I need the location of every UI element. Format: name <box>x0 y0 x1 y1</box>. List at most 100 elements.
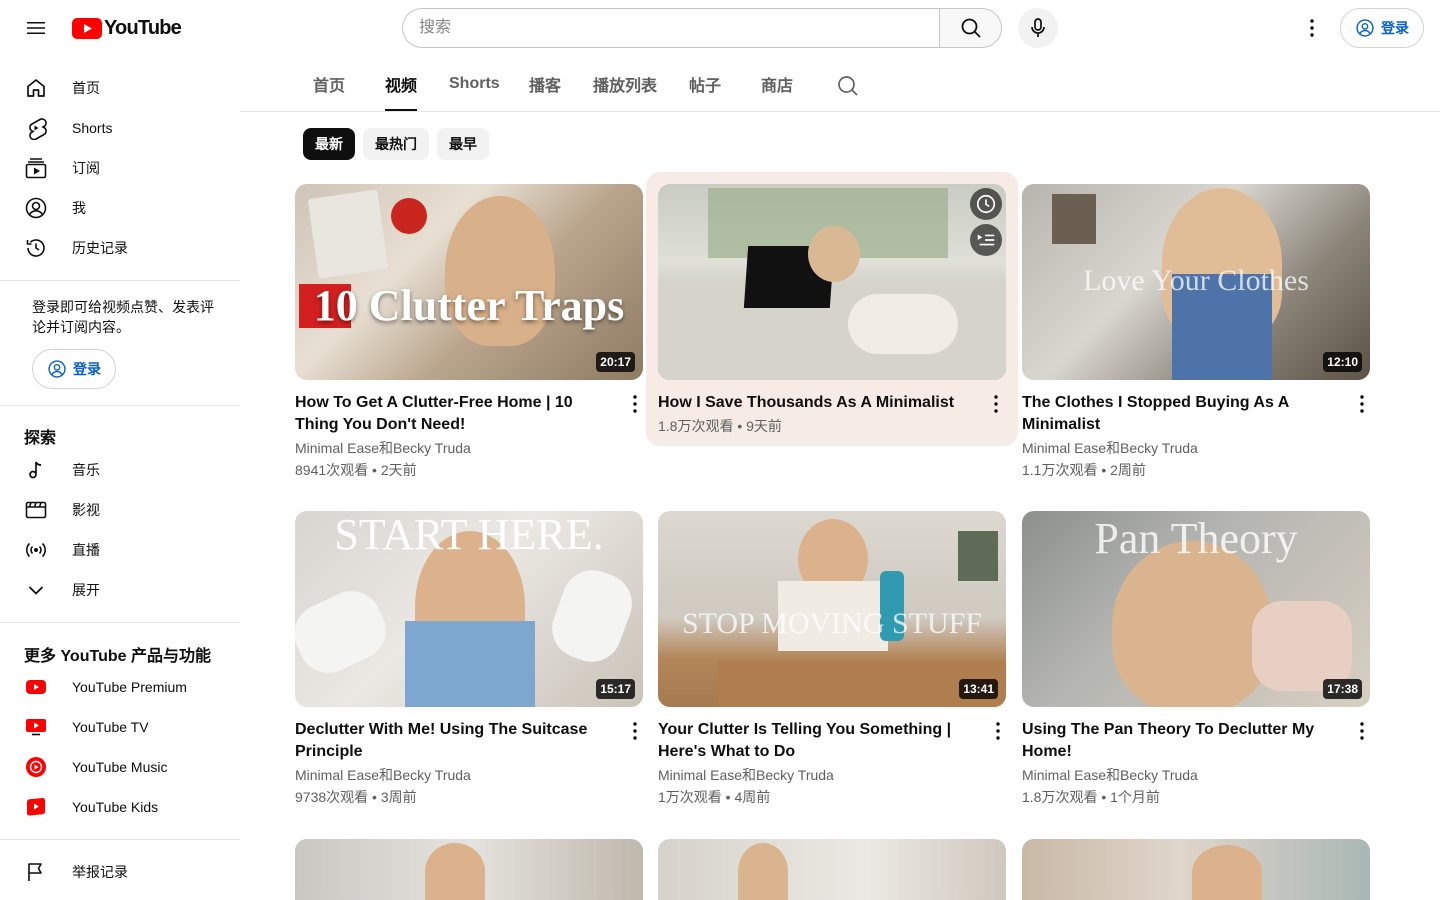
youtube-premium-icon <box>24 675 48 699</box>
video-duration: 12:10 <box>1323 352 1362 372</box>
search-input[interactable] <box>402 8 939 48</box>
subscriptions-icon <box>24 156 48 180</box>
video-card[interactable] <box>295 839 643 900</box>
video-card[interactable]: Pan Theory 17:38 Using The Pan Theory To… <box>1022 511 1370 811</box>
thumbnail-person <box>808 226 860 282</box>
video-title[interactable]: Declutter With Me! Using The Suitcase Pr… <box>295 719 613 763</box>
tab-posts[interactable]: 帖子 <box>689 56 721 111</box>
video-thumbnail[interactable]: STOP MOVING STUFF 13:41 <box>658 511 1006 707</box>
video-thumbnail[interactable] <box>295 839 643 900</box>
sidebar-item-history[interactable]: 历史记录 <box>12 228 228 268</box>
video-duration: 20:17 <box>596 352 635 372</box>
video-stats: 9738次观看 • 3周前 <box>295 789 417 805</box>
sidebar-item-label: 展开 <box>72 582 100 598</box>
video-card-hovered[interactable]: How I Save Thousands As A Minimalist 1.8… <box>646 172 1018 446</box>
video-thumbnail[interactable] <box>658 839 1006 900</box>
tab-podcasts[interactable]: 播客 <box>529 56 561 111</box>
watch-later-button[interactable] <box>970 188 1002 220</box>
video-thumbnail[interactable]: Pan Theory 17:38 <box>1022 511 1370 707</box>
tab-home[interactable]: 首页 <box>313 56 345 111</box>
sidebar-item-youtube-tv[interactable]: YouTube TV <box>12 707 228 747</box>
sidebar-item-home[interactable]: 首页 <box>12 68 228 108</box>
thumbnail-overlay-text: START HERE. <box>334 511 604 559</box>
sidebar-item-shorts[interactable]: Shorts <box>12 108 228 148</box>
channel-name[interactable]: Minimal Ease和Becky Truda <box>1022 765 1198 785</box>
channel-search-icon[interactable] <box>836 74 860 98</box>
video-title[interactable]: The Clothes I Stopped Buying As A Minima… <box>1022 392 1340 436</box>
more-vertical-icon <box>994 395 998 413</box>
video-thumbnail[interactable]: Love Your Clothes 12:10 <box>1022 184 1370 380</box>
chip-popular[interactable]: 最热门 <box>363 128 429 160</box>
tab-videos[interactable]: 视频 <box>385 56 418 111</box>
sidebar-divider <box>0 405 240 406</box>
sidebar-item-expand[interactable]: 展开 <box>12 570 228 610</box>
sidebar-item-label: 我 <box>72 200 86 216</box>
video-thumbnail[interactable]: START HERE. 15:17 <box>295 511 643 707</box>
tab-playlists[interactable]: 播放列表 <box>593 56 657 111</box>
tab-shorts[interactable]: Shorts <box>449 56 500 111</box>
video-thumbnail[interactable] <box>658 184 1006 380</box>
more-vertical-icon <box>1360 395 1364 413</box>
chip-latest[interactable]: 最新 <box>303 128 355 160</box>
video-title[interactable]: Using The Pan Theory To Declutter My Hom… <box>1022 719 1340 763</box>
thumbnail-overlay-text: 10 Clutter Traps <box>313 281 625 330</box>
sign-in-label: 登录 <box>73 361 101 377</box>
sidebar-item-subscriptions[interactable]: 订阅 <box>12 148 228 188</box>
voice-search-button[interactable] <box>1018 8 1058 48</box>
youtube-logo[interactable]: YouTube <box>72 17 182 39</box>
more-products-title: 更多 YouTube 产品与功能 <box>24 648 211 665</box>
sidebar-divider <box>0 622 240 623</box>
sidebar-item-youtube-music[interactable]: YouTube Music <box>12 747 228 787</box>
video-card[interactable] <box>1022 839 1370 900</box>
channel-name[interactable]: Minimal Ease和Becky Truda <box>295 765 471 785</box>
movies-icon <box>24 498 48 522</box>
sidebar-sign-in-button[interactable]: 登录 <box>32 349 116 389</box>
video-card[interactable]: START HERE. 15:17 Declutter With Me! Usi… <box>295 511 643 811</box>
thumbnail-overlay-text: Pan Theory <box>1094 514 1298 563</box>
sign-in-label: 登录 <box>1381 20 1409 36</box>
video-card[interactable] <box>658 839 1006 900</box>
thumbnail-shoe <box>295 581 396 683</box>
sidebar-item-you[interactable]: 我 <box>12 188 228 228</box>
clock-icon <box>976 194 996 214</box>
settings-menu-button[interactable] <box>1292 8 1332 48</box>
guide-menu-button[interactable] <box>16 8 56 48</box>
video-action-menu[interactable] <box>984 392 1008 416</box>
video-title[interactable]: Your Clutter Is Telling You Something | … <box>658 719 976 763</box>
video-thumbnail[interactable] <box>1022 839 1370 900</box>
sidebar-item-youtube-kids[interactable]: YouTube Kids <box>12 787 228 827</box>
sign-in-button[interactable]: 登录 <box>1340 8 1424 48</box>
sidebar-item-live[interactable]: 直播 <box>12 530 228 570</box>
search-button[interactable] <box>939 8 1002 48</box>
channel-name[interactable]: Minimal Ease和Becky Truda <box>1022 438 1198 458</box>
chevron-down-icon <box>24 578 48 602</box>
sidebar-item-music[interactable]: 音乐 <box>12 450 228 490</box>
video-action-menu[interactable] <box>623 392 647 416</box>
video-card[interactable]: STOP MOVING STUFF 13:41 Your Clutter Is … <box>658 511 1006 811</box>
sidebar-item-movies[interactable]: 影视 <box>12 490 228 530</box>
video-title[interactable]: How To Get A Clutter-Free Home | 10 Thin… <box>295 392 613 436</box>
sidebar-item-report-history[interactable]: 举报记录 <box>12 852 228 892</box>
account-circle-icon <box>48 360 66 378</box>
music-icon <box>24 458 48 482</box>
chip-oldest[interactable]: 最早 <box>437 128 489 160</box>
sidebar-item-label: YouTube Premium <box>72 679 187 695</box>
video-card[interactable]: 10 Clutter Traps 20:17 How To Get A Clut… <box>295 184 643 484</box>
video-card[interactable]: Love Your Clothes 12:10 The Clothes I St… <box>1022 184 1370 484</box>
channel-name[interactable]: Minimal Ease和Becky Truda <box>295 438 471 458</box>
video-thumbnail[interactable]: 10 Clutter Traps 20:17 <box>295 184 643 380</box>
add-to-queue-button[interactable] <box>970 224 1002 256</box>
video-action-menu[interactable] <box>986 719 1010 743</box>
video-action-menu[interactable] <box>1350 719 1374 743</box>
video-stats: 8941次观看 • 2天前 <box>295 462 417 478</box>
video-title[interactable]: How I Save Thousands As A Minimalist <box>658 392 976 414</box>
thumbnail-overlay-text: Love Your Clothes <box>1083 264 1309 297</box>
video-action-menu[interactable] <box>1350 392 1374 416</box>
tab-store[interactable]: 商店 <box>761 56 793 111</box>
channel-name[interactable]: Minimal Ease和Becky Truda <box>658 765 834 785</box>
hamburger-icon <box>27 22 45 34</box>
thumbnail-dog <box>848 294 958 354</box>
video-action-menu[interactable] <box>623 719 647 743</box>
video-stats: 1.1万次观看 • 2周前 <box>1022 462 1146 478</box>
sidebar-item-youtube-premium[interactable]: YouTube Premium <box>12 667 228 707</box>
